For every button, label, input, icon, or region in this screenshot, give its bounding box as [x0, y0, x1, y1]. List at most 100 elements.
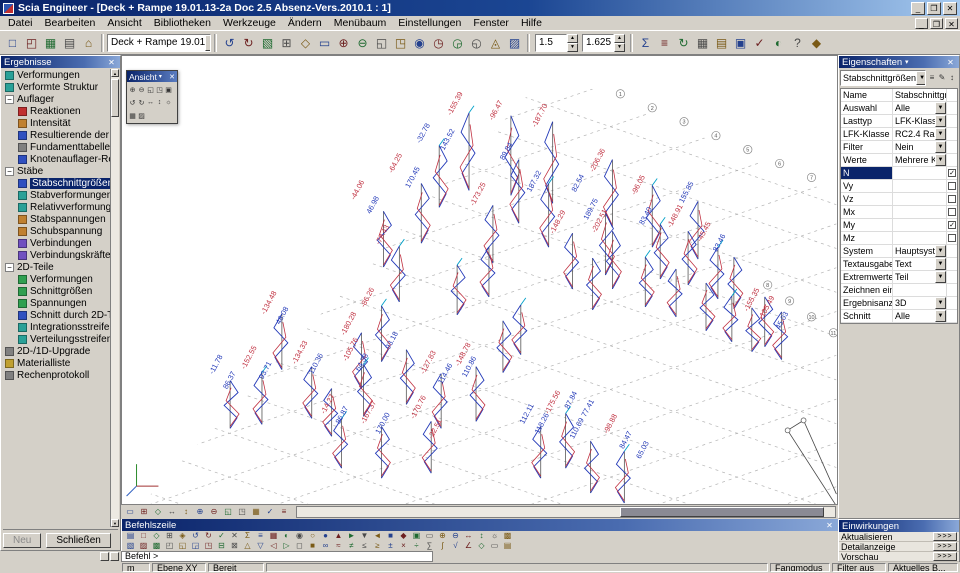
tree-item-stäbe[interactable]: −Stäbe: [2, 165, 110, 177]
prop-dropdown-icon[interactable]: ▼: [935, 297, 946, 309]
prop-dropdown-icon[interactable]: ▼: [935, 310, 946, 322]
new-icon[interactable]: □: [3, 33, 22, 52]
rotate-right-icon[interactable]: ↻: [137, 96, 146, 109]
menu-bibliotheken[interactable]: Bibliotheken: [148, 17, 217, 29]
prop-row-textausgabe[interactable]: TextausgabeText▼: [841, 258, 957, 271]
command-icon[interactable]: ≡: [254, 531, 267, 541]
minimize-button[interactable]: _: [911, 2, 925, 15]
prop-row-lasttyp[interactable]: LasttypLFK-Klasse▼: [841, 115, 957, 128]
sync-icon[interactable]: ↕: [947, 71, 957, 85]
prop-row-my[interactable]: My✓: [841, 219, 957, 232]
command-icon[interactable]: ◻: [293, 541, 306, 551]
prop-row-zeichnen-ein[interactable]: Zeichnen ein...: [841, 284, 957, 297]
prop-row-filter[interactable]: FilterNein▼: [841, 141, 957, 154]
tree-item-verteilungsstreifen[interactable]: Verteilungsstreifen: [2, 333, 110, 345]
checkbox-vz[interactable]: [948, 195, 956, 203]
wireframe-icon[interactable]: ▦: [128, 109, 137, 122]
ansicht-palette-header[interactable]: Ansicht ▾ ✕: [127, 71, 177, 82]
prop-row-vz[interactable]: Vz: [841, 193, 957, 206]
command-icon[interactable]: ▩: [150, 541, 163, 551]
command-icon[interactable]: ◄: [371, 531, 384, 541]
tree-item-relativverformung[interactable]: Relativverformung: [2, 201, 110, 213]
mdi-close-button[interactable]: ✕: [945, 18, 958, 29]
panel-close-icon[interactable]: ✕: [106, 58, 117, 67]
combo-dropdown-icon[interactable]: ▼: [205, 35, 211, 51]
zoom-in-icon[interactable]: ⊕: [128, 83, 137, 96]
scale-1-spinner[interactable]: ▲▼: [567, 34, 578, 52]
perspective-icon[interactable]: ◬: [486, 33, 505, 52]
corner-icon-2[interactable]: [110, 552, 119, 561]
tree-item-2d-1d-upgrade[interactable]: 2D-/1D-Upgrade: [2, 345, 110, 357]
rotate-left-icon[interactable]: ↺: [128, 96, 137, 109]
command-icon[interactable]: ◳: [202, 541, 215, 551]
table-icon[interactable]: ▦: [693, 33, 712, 52]
command-icon[interactable]: ◇: [475, 541, 488, 551]
menu-ansicht[interactable]: Ansicht: [101, 17, 147, 29]
command-icon[interactable]: ▤: [124, 531, 137, 541]
command-icon[interactable]: ⊖: [449, 531, 462, 541]
tree-item-resultierende-der-reaktione[interactable]: Resultierende der Reaktione: [2, 129, 110, 141]
viewport-tool-icon[interactable]: ✓: [263, 506, 277, 518]
tree-item-verbindungen[interactable]: Verbindungen: [2, 237, 110, 249]
status-filter[interactable]: Filter aus: [832, 563, 886, 572]
checkbox-n[interactable]: ✓: [948, 169, 956, 177]
command-icon[interactable]: ⊟: [215, 541, 228, 551]
tree-item-stabschnittgrößen[interactable]: Stabschnittgrößen: [2, 177, 110, 189]
command-icon[interactable]: ◲: [189, 541, 202, 551]
command-icon[interactable]: ▦: [267, 531, 280, 541]
command-icon[interactable]: ○: [306, 531, 319, 541]
viewport-tool-icon[interactable]: ≡: [277, 506, 291, 518]
activity-combo[interactable]: Deck + Rampe 19.01 ▼: [107, 34, 211, 52]
tree-expander-icon[interactable]: −: [5, 167, 14, 176]
undo-icon[interactable]: ↺: [220, 33, 239, 52]
zoom-all-icon[interactable]: ◳: [391, 33, 410, 52]
checkbox-my[interactable]: ✓: [948, 221, 956, 229]
mdi-restore-button[interactable]: ❐: [930, 18, 943, 29]
prop-row-name[interactable]: NameStabschnittgrößen: [841, 89, 957, 102]
light-icon[interactable]: ☼: [164, 96, 173, 109]
prop-row-mx[interactable]: Mx: [841, 206, 957, 219]
tree-item-schubspannung[interactable]: Schubspannung: [2, 225, 110, 237]
prop-dropdown-icon[interactable]: ▼: [935, 258, 946, 270]
edit-icon[interactable]: ✎: [937, 71, 947, 85]
command-icon[interactable]: ≥: [371, 541, 384, 551]
scroll-down-icon[interactable]: ▼: [111, 519, 119, 527]
viewport-tool-icon[interactable]: ⊖: [207, 506, 221, 518]
action-button-aktualisieren[interactable]: >>>: [933, 532, 957, 541]
action-button-vorschau[interactable]: >>>: [933, 552, 957, 561]
view-x-icon[interactable]: ◷: [429, 33, 448, 52]
command-icon[interactable]: ◆: [397, 531, 410, 541]
command-icon[interactable]: ⊠: [228, 541, 241, 551]
zoom-out-icon[interactable]: ⊖: [137, 83, 146, 96]
command-icon[interactable]: ◰: [163, 541, 176, 551]
properties-close-icon[interactable]: ✕: [945, 58, 956, 67]
zoom-window-icon[interactable]: ◱: [372, 33, 391, 52]
view-y-icon[interactable]: ◶: [448, 33, 467, 52]
command-icon[interactable]: ∠: [462, 541, 475, 551]
command-icon[interactable]: ↔: [462, 531, 475, 541]
grid-icon[interactable]: ⊞: [277, 33, 296, 52]
checkbox-vy[interactable]: [948, 182, 956, 190]
action-button-detailanzeige[interactable]: >>>: [933, 542, 957, 551]
prop-dropdown-icon[interactable]: ▼: [935, 128, 946, 140]
status-current[interactable]: Aktuelles B...: [888, 563, 958, 572]
check-icon[interactable]: ✓: [750, 33, 769, 52]
command-icon[interactable]: ÷: [410, 541, 423, 551]
command-icon[interactable]: ▷: [280, 541, 293, 551]
tree-expander-icon[interactable]: −: [5, 263, 14, 272]
command-icon[interactable]: △: [241, 541, 254, 551]
scale-2-spinner[interactable]: ▲▼: [614, 34, 625, 52]
prop-row-schnitt[interactable]: SchnittAlle▼: [841, 310, 957, 323]
results-icon[interactable]: ≡: [655, 33, 674, 52]
scroll-up-icon[interactable]: ▲: [111, 69, 119, 77]
prop-row-n[interactable]: N✓: [841, 167, 957, 180]
menu-datei[interactable]: Datei: [2, 17, 39, 29]
neu-button[interactable]: Neu: [3, 533, 41, 548]
scale-field-2[interactable]: 1.625: [582, 34, 614, 52]
viewport-tool-icon[interactable]: ◇: [151, 506, 165, 518]
command-icon[interactable]: ↻: [202, 531, 215, 541]
refresh-icon[interactable]: ↻: [674, 33, 693, 52]
command-icon[interactable]: ◁: [267, 541, 280, 551]
viewport-tool-icon[interactable]: ◳: [235, 506, 249, 518]
prop-row-mz[interactable]: Mz: [841, 232, 957, 245]
